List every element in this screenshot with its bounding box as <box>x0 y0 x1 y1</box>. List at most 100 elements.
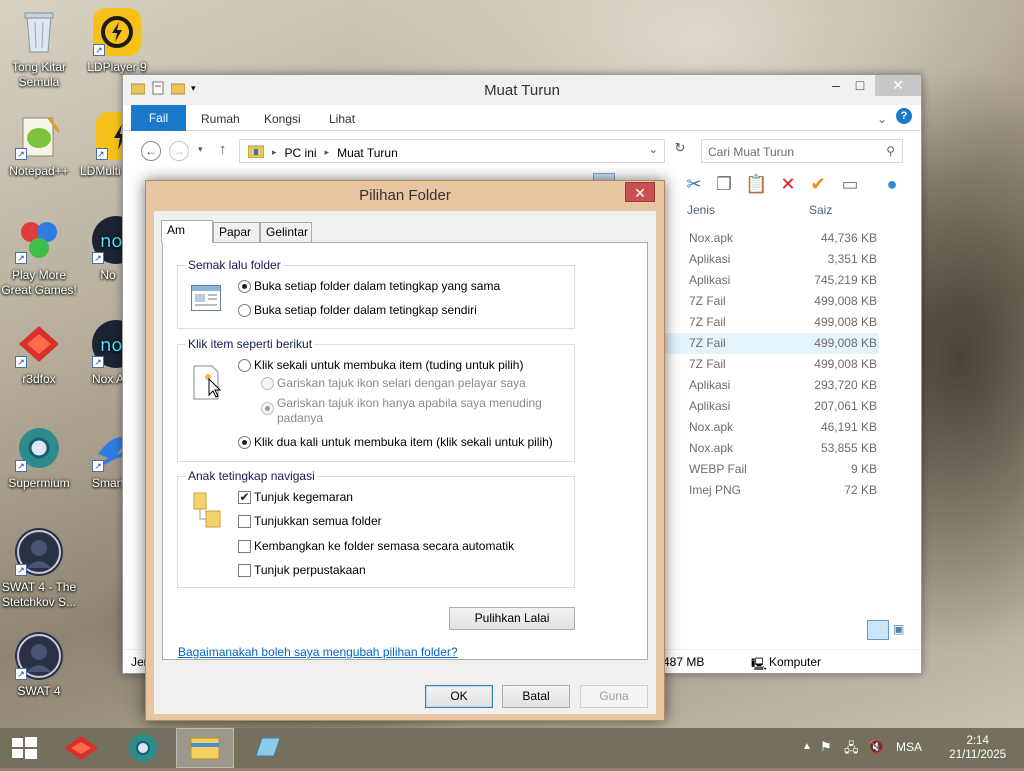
file-row[interactable]: 7Z Fail 499,008 KB <box>663 291 879 312</box>
maximize-icon[interactable]: □ <box>847 75 873 96</box>
folder-options-dialog: Pilihan Folder ✕ Am Papar Gelintar Semak… <box>145 180 665 721</box>
column-type[interactable]: Jenis <box>687 203 715 217</box>
browse-folders-group: Semak lalu folder Buka setiap folder dal… <box>177 258 575 329</box>
refresh-icon[interactable]: ↻ <box>669 140 691 162</box>
file-row[interactable]: Imej PNG 72 KB <box>663 480 879 501</box>
option-show-favorites[interactable]: Tunjuk kegemaran <box>254 490 353 505</box>
radio-own-window[interactable] <box>238 304 251 317</box>
option-show-libraries[interactable]: Tunjuk perpustakaan <box>254 563 366 578</box>
taskbar-app[interactable] <box>238 728 296 768</box>
file-row[interactable]: Nox.apk 44,736 KB <box>663 228 879 249</box>
radio-single-click[interactable] <box>238 359 251 372</box>
chevron-down-icon[interactable]: ⌄ <box>649 143 658 156</box>
copy-icon[interactable]: ❐ <box>713 173 735 195</box>
column-headers: Jenis Saiz <box>663 201 921 223</box>
search-input[interactable]: Cari Muat Turun ⚲ <box>701 139 903 163</box>
file-row[interactable]: 7Z Fail 499,008 KB <box>663 354 879 375</box>
volume-muted-icon[interactable]: 🔇 <box>868 739 884 755</box>
breadcrumb-folder[interactable]: Muat Turun <box>337 146 398 160</box>
cut-icon[interactable]: ✂ <box>683 173 705 195</box>
help-icon[interactable]: ? <box>896 108 912 124</box>
checkbox-show-libraries[interactable] <box>238 564 251 577</box>
option-same-window[interactable]: Buka setiap folder dalam tetingkap yang … <box>254 279 500 294</box>
file-row[interactable]: 7Z Fail 499,008 KB <box>663 312 879 333</box>
details-view-icon[interactable] <box>867 620 889 640</box>
checkbox-show-all-folders[interactable] <box>238 515 251 528</box>
r3dfox-icon: ↗ <box>15 320 63 368</box>
tab-file[interactable]: Fail <box>131 105 186 131</box>
supermium-icon <box>129 734 157 762</box>
rename-icon[interactable]: ▭ <box>839 173 861 195</box>
forward-arrow-icon[interactable]: → <box>169 141 189 161</box>
large-icons-view-icon[interactable]: ▣ <box>893 622 909 638</box>
start-button[interactable] <box>0 728 48 768</box>
chevron-down-icon[interactable]: ⌄ <box>877 109 887 131</box>
desktop-icon-swat4[interactable]: ↗ SWAT 4 <box>0 632 78 699</box>
language-indicator[interactable]: MSA <box>896 740 922 754</box>
close-icon[interactable]: ✕ <box>875 75 921 96</box>
minimize-icon[interactable]: – <box>823 75 849 96</box>
help-link[interactable]: Bagaimanakah boleh saya mengubah pilihan… <box>178 645 458 659</box>
navigation-pane-group: Anak tetingkap navigasi ✔ Tunjuk kegemar… <box>177 469 575 588</box>
radio-same-window[interactable] <box>238 280 251 293</box>
tab-view[interactable]: Lihat <box>329 109 355 131</box>
file-row[interactable]: Nox.apk 53,855 KB <box>663 438 879 459</box>
address-bar[interactable]: ▸ PC ini ▸ Muat Turun ⌄ <box>239 139 665 163</box>
breadcrumb-root[interactable]: PC ini <box>285 146 317 160</box>
paste-icon[interactable]: 📋 <box>745 173 767 195</box>
delete-icon[interactable]: ✕ <box>777 173 799 195</box>
up-arrow-icon[interactable]: ↑ <box>219 141 227 158</box>
tab-search[interactable]: Gelintar <box>260 222 312 242</box>
radio-double-click[interactable] <box>238 436 251 449</box>
dialog-title[interactable]: Pilihan Folder <box>146 181 664 211</box>
desktop-icon-notepadpp[interactable]: ↗ Notepad++ <box>0 112 78 179</box>
globe-icon[interactable]: ● <box>881 173 903 195</box>
desktop-icon-ldplayer[interactable]: ↗ LDPlayer 9 <box>78 8 156 75</box>
tab-general[interactable]: Am <box>161 220 213 243</box>
group-label: Semak lalu folder <box>186 258 283 272</box>
file-row[interactable]: Aplikasi 3,351 KB <box>663 249 879 270</box>
taskbar-supermium[interactable] <box>114 728 172 768</box>
cancel-button[interactable]: Batal <box>502 685 570 708</box>
close-icon[interactable]: ✕ <box>625 182 655 202</box>
desktop-icon-swat4-stetchkov[interactable]: ↗ SWAT 4 - The Stetchkov S... <box>0 528 78 610</box>
option-own-window[interactable]: Buka setiap folder dalam tetingkap sendi… <box>254 303 477 318</box>
checkbox-show-favorites[interactable]: ✔ <box>238 491 251 504</box>
desktop-icon-supermium[interactable]: ↗ Supermium <box>0 424 78 491</box>
file-row[interactable]: Aplikasi 207,061 KB <box>663 396 879 417</box>
network-icon[interactable]: 🖧 <box>844 739 859 761</box>
file-row[interactable]: Nox.apk 46,191 KB <box>663 417 879 438</box>
file-size: 3,351 KB <box>827 252 877 266</box>
tab-share[interactable]: Kongsi <box>264 109 301 131</box>
desktop-icon-recycle-bin[interactable]: Tong Kitar Semula <box>0 8 78 90</box>
back-arrow-icon[interactable]: ← <box>141 141 161 161</box>
checkmark-icon[interactable]: ✔ <box>807 173 829 195</box>
search-icon[interactable]: ⚲ <box>886 144 895 158</box>
file-row[interactable]: 7Z Fail 499,008 KB <box>663 333 879 354</box>
windows-logo-icon <box>12 737 37 759</box>
swat4-icon: ↗ <box>15 632 63 680</box>
column-size[interactable]: Saiz <box>809 203 832 217</box>
option-double-click[interactable]: Klik dua kali untuk membuka item (klik s… <box>254 435 553 450</box>
file-row[interactable]: Aplikasi 745,219 KB <box>663 270 879 291</box>
tab-home[interactable]: Rumah <box>201 109 240 131</box>
option-show-all-folders[interactable]: Tunjukkan semua folder <box>254 514 382 529</box>
folder-download-icon <box>247 144 265 161</box>
clock[interactable]: 2:14 21/11/2025 <box>949 734 1006 762</box>
tab-view[interactable]: Papar <box>213 222 260 242</box>
checkbox-expand-current[interactable] <box>238 540 251 553</box>
restore-defaults-button[interactable]: Pulihkan Lalai <box>449 607 575 630</box>
action-center-icon[interactable]: ⚑ <box>820 739 832 755</box>
option-single-click[interactable]: Klik sekali untuk membuka item (tuding u… <box>254 358 523 373</box>
chevron-up-icon[interactable]: ▲ <box>802 741 812 752</box>
desktop-icon-r3dfox[interactable]: ↗ r3dfox <box>0 320 78 387</box>
desktop-icon-play-more-games[interactable]: ↗ Play More Great Games! <box>0 216 78 298</box>
taskbar-file-explorer[interactable] <box>176 728 234 768</box>
chevron-down-icon[interactable]: ▾ <box>198 144 203 155</box>
file-row[interactable]: Aplikasi 293,720 KB <box>663 375 879 396</box>
option-expand-current[interactable]: Kembangkan ke folder semasa secara autom… <box>254 539 514 554</box>
taskbar-r3dfox[interactable] <box>52 728 110 768</box>
ok-button[interactable]: OK <box>425 685 493 708</box>
file-row[interactable]: WEBP Fail 9 KB <box>663 459 879 480</box>
explorer-titlebar[interactable]: ▾ Muat Turun – □ ✕ <box>123 75 921 105</box>
